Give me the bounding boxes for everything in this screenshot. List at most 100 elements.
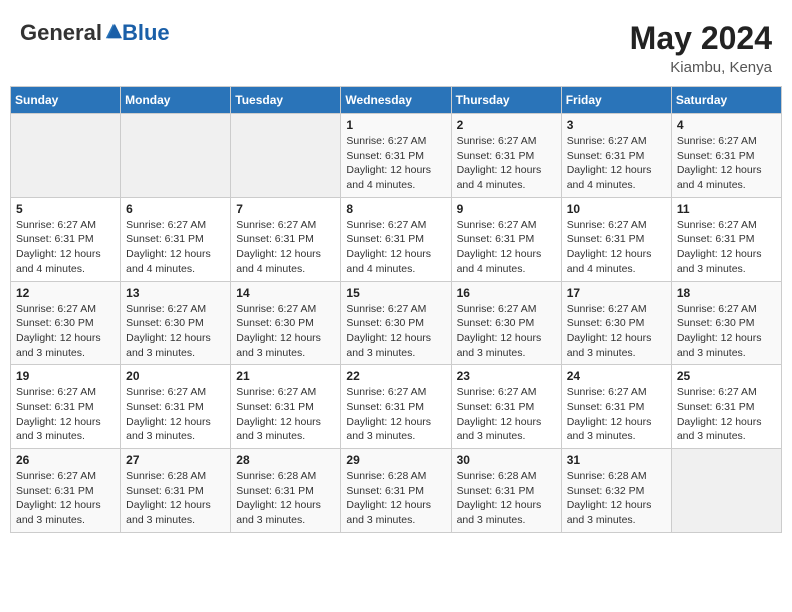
day-info: Sunrise: 6:27 AMSunset: 6:31 PMDaylight:… [677, 385, 776, 444]
calendar-cell: 24 Sunrise: 6:27 AMSunset: 6:31 PMDayligh… [561, 365, 671, 449]
day-number: 20 [126, 369, 225, 383]
day-number: 31 [567, 453, 666, 467]
day-info: Sunrise: 6:28 AMSunset: 6:31 PMDaylight:… [126, 469, 225, 528]
calendar-cell: 22Sunrise: 6:27 AMSunset: 6:31 PMDayligh… [341, 365, 451, 449]
calendar-week-4: 19 Sunrise: 6:27 AMSunset: 6:31 PMDayligh… [11, 365, 782, 449]
calendar-cell: 7 Sunrise: 6:27 AMSunset: 6:31 PMDaylight… [231, 197, 341, 281]
calendar-week-2: 5 Sunrise: 6:27 AMSunset: 6:31 PMDaylight… [11, 197, 782, 281]
calendar-cell: 19 Sunrise: 6:27 AMSunset: 6:31 PMDayligh… [11, 365, 121, 449]
day-number: 12 [16, 286, 115, 300]
day-number: 15 [346, 286, 445, 300]
day-number: 19 [16, 369, 115, 383]
calendar-cell: 28Sunrise: 6:28 AMSunset: 6:31 PMDayligh… [231, 449, 341, 533]
calendar-cell: 3 Sunrise: 6:27 AMSunset: 6:31 PMDaylight… [561, 114, 671, 198]
day-number: 6 [126, 202, 225, 216]
day-info: Sunrise: 6:27 AMSunset: 6:30 PMDaylight:… [126, 302, 225, 361]
day-number: 26 [16, 453, 115, 467]
title-block: May 2024 Kiambu, Kenya [630, 20, 772, 76]
calendar-cell: 31 Sunrise: 6:28 AMSunset: 6:32 PMDayligh… [561, 449, 671, 533]
day-number: 18 [677, 286, 776, 300]
day-number: 21 [236, 369, 335, 383]
calendar-cell: 11 Sunrise: 6:27 AMSunset: 6:31 PMDayligh… [671, 197, 781, 281]
day-number: 29 [346, 453, 445, 467]
day-info: Sunrise: 6:28 AMSunset: 6:31 PMDaylight:… [346, 469, 445, 528]
header-day-sunday: Sunday [11, 87, 121, 114]
day-number: 5 [16, 202, 115, 216]
day-number: 13 [126, 286, 225, 300]
day-number: 27 [126, 453, 225, 467]
page-header: General Blue May 2024 Kiambu, Kenya [10, 10, 782, 81]
day-info: Sunrise: 6:28 AMSunset: 6:32 PMDaylight:… [567, 469, 666, 528]
month-year-title: May 2024 [630, 20, 772, 57]
day-info: Sunrise: 6:27 AMSunset: 6:30 PMDaylight:… [567, 302, 666, 361]
logo-blue: Blue [122, 20, 170, 46]
calendar-cell: 2 Sunrise: 6:27 AMSunset: 6:31 PMDaylight… [451, 114, 561, 198]
day-number: 4 [677, 118, 776, 132]
day-info: Sunrise: 6:27 AMSunset: 6:30 PMDaylight:… [346, 302, 445, 361]
day-info: Sunrise: 6:27 AMSunset: 6:31 PMDaylight:… [457, 134, 556, 193]
day-info: Sunrise: 6:27 AMSunset: 6:31 PMDaylight:… [346, 134, 445, 193]
logo-icon [104, 22, 122, 40]
calendar-cell: 23Sunrise: 6:27 AMSunset: 6:31 PMDayligh… [451, 365, 561, 449]
day-info: Sunrise: 6:27 AMSunset: 6:31 PMDaylight:… [457, 385, 556, 444]
calendar-header-row: SundayMondayTuesdayWednesdayThursdayFrid… [11, 87, 782, 114]
day-number: 24 [567, 369, 666, 383]
day-info: Sunrise: 6:27 AMSunset: 6:31 PMDaylight:… [16, 469, 115, 528]
calendar-cell: 26 Sunrise: 6:27 AMSunset: 6:31 PMDayligh… [11, 449, 121, 533]
day-info: Sunrise: 6:27 AMSunset: 6:31 PMDaylight:… [126, 385, 225, 444]
day-number: 1 [346, 118, 445, 132]
calendar-cell: 5 Sunrise: 6:27 AMSunset: 6:31 PMDaylight… [11, 197, 121, 281]
day-number: 11 [677, 202, 776, 216]
calendar-cell: 30Sunrise: 6:28 AMSunset: 6:31 PMDayligh… [451, 449, 561, 533]
day-number: 14 [236, 286, 335, 300]
header-day-friday: Friday [561, 87, 671, 114]
day-info: Sunrise: 6:27 AMSunset: 6:31 PMDaylight:… [346, 385, 445, 444]
day-info: Sunrise: 6:28 AMSunset: 6:31 PMDaylight:… [236, 469, 335, 528]
calendar-table: SundayMondayTuesdayWednesdayThursdayFrid… [10, 86, 782, 533]
day-info: Sunrise: 6:27 AMSunset: 6:31 PMDaylight:… [16, 385, 115, 444]
day-info: Sunrise: 6:27 AMSunset: 6:31 PMDaylight:… [677, 218, 776, 277]
day-number: 3 [567, 118, 666, 132]
calendar-week-1: 1 Sunrise: 6:27 AMSunset: 6:31 PMDaylight… [11, 114, 782, 198]
day-info: Sunrise: 6:28 AMSunset: 6:31 PMDaylight:… [457, 469, 556, 528]
day-number: 7 [236, 202, 335, 216]
calendar-cell: 17 Sunrise: 6:27 AMSunset: 6:30 PMDayligh… [561, 281, 671, 365]
day-info: Sunrise: 6:27 AMSunset: 6:31 PMDaylight:… [567, 385, 666, 444]
calendar-cell: 13 Sunrise: 6:27 AMSunset: 6:30 PMDayligh… [121, 281, 231, 365]
calendar-cell [671, 449, 781, 533]
header-day-monday: Monday [121, 87, 231, 114]
header-day-wednesday: Wednesday [341, 87, 451, 114]
header-day-tuesday: Tuesday [231, 87, 341, 114]
day-info: Sunrise: 6:27 AMSunset: 6:31 PMDaylight:… [126, 218, 225, 277]
day-info: Sunrise: 6:27 AMSunset: 6:31 PMDaylight:… [236, 218, 335, 277]
calendar-cell: 27 Sunrise: 6:28 AMSunset: 6:31 PMDayligh… [121, 449, 231, 533]
calendar-cell: 1 Sunrise: 6:27 AMSunset: 6:31 PMDaylight… [341, 114, 451, 198]
calendar-cell: 10Sunrise: 6:27 AMSunset: 6:31 PMDayligh… [561, 197, 671, 281]
day-info: Sunrise: 6:27 AMSunset: 6:31 PMDaylight:… [567, 218, 666, 277]
day-info: Sunrise: 6:27 AMSunset: 6:30 PMDaylight:… [236, 302, 335, 361]
day-info: Sunrise: 6:27 AMSunset: 6:31 PMDaylight:… [346, 218, 445, 277]
calendar-cell [11, 114, 121, 198]
calendar-week-5: 26 Sunrise: 6:27 AMSunset: 6:31 PMDayligh… [11, 449, 782, 533]
day-number: 17 [567, 286, 666, 300]
day-info: Sunrise: 6:27 AMSunset: 6:31 PMDaylight:… [677, 134, 776, 193]
calendar-cell: 14 Sunrise: 6:27 AMSunset: 6:30 PMDayligh… [231, 281, 341, 365]
day-number: 2 [457, 118, 556, 132]
day-info: Sunrise: 6:27 AMSunset: 6:30 PMDaylight:… [457, 302, 556, 361]
day-info: Sunrise: 6:27 AMSunset: 6:31 PMDaylight:… [236, 385, 335, 444]
day-number: 25 [677, 369, 776, 383]
day-info: Sunrise: 6:27 AMSunset: 6:31 PMDaylight:… [567, 134, 666, 193]
calendar-cell [231, 114, 341, 198]
header-day-saturday: Saturday [671, 87, 781, 114]
calendar-cell: 8Sunrise: 6:27 AMSunset: 6:31 PMDaylight… [341, 197, 451, 281]
logo-general: General [20, 20, 102, 46]
calendar-cell: 6 Sunrise: 6:27 AMSunset: 6:31 PMDaylight… [121, 197, 231, 281]
day-number: 16 [457, 286, 556, 300]
day-info: Sunrise: 6:27 AMSunset: 6:30 PMDaylight:… [677, 302, 776, 361]
calendar-cell: 12Sunrise: 6:27 AMSunset: 6:30 PMDayligh… [11, 281, 121, 365]
calendar-cell: 15 Sunrise: 6:27 AMSunset: 6:30 PMDayligh… [341, 281, 451, 365]
calendar-cell: 18 Sunrise: 6:27 AMSunset: 6:30 PMDayligh… [671, 281, 781, 365]
day-info: Sunrise: 6:27 AMSunset: 6:31 PMDaylight:… [16, 218, 115, 277]
calendar-cell: 25 Sunrise: 6:27 AMSunset: 6:31 PMDayligh… [671, 365, 781, 449]
calendar-week-3: 12 Sunrise: 6:27 AMSunset: 6:30 PMDayligh… [11, 281, 782, 365]
